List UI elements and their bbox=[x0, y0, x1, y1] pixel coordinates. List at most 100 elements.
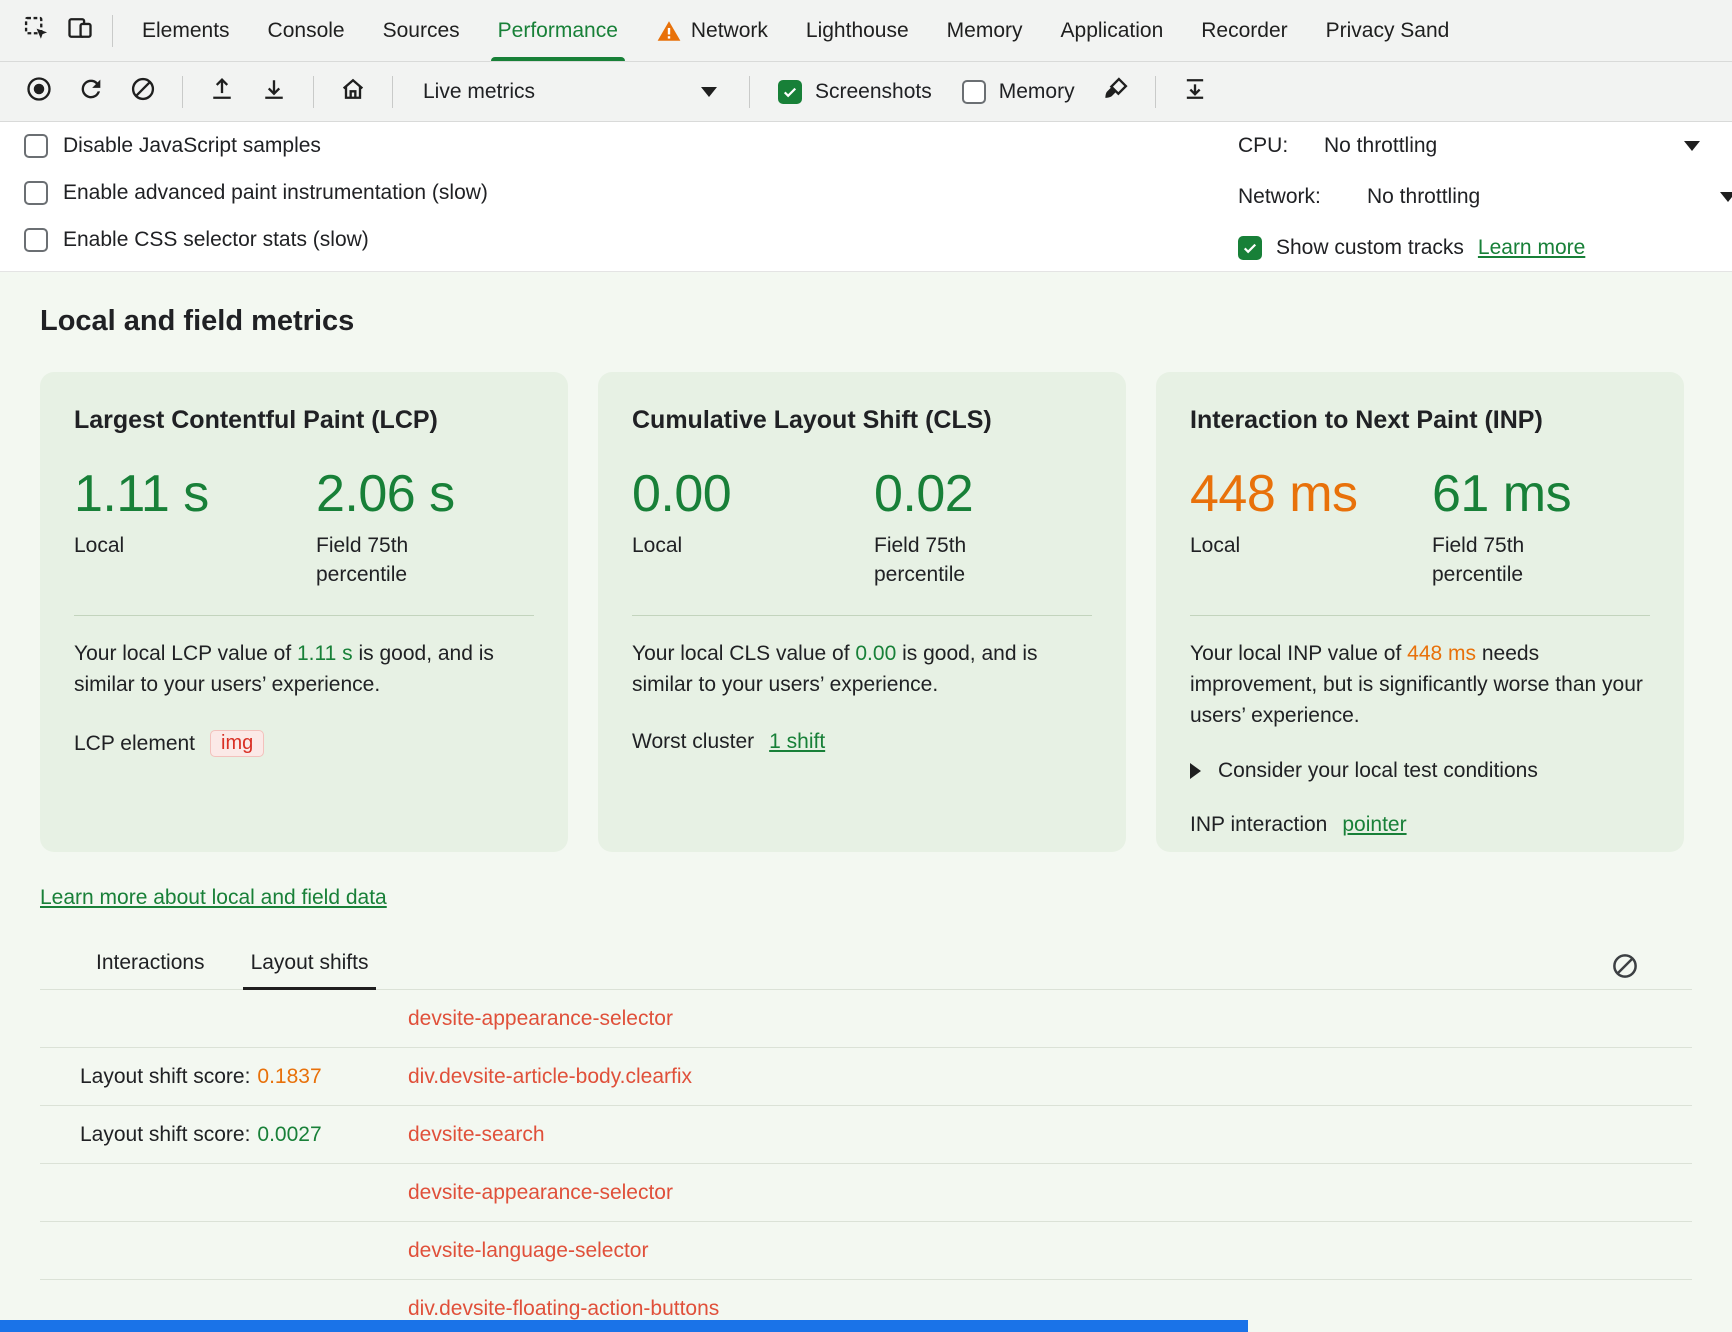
network-label: Network: bbox=[1238, 185, 1367, 209]
layout-shift-row: Layout shift score:0.0027 devsite-search bbox=[40, 1106, 1692, 1164]
lcp-description: Your local LCP value of 1.11 s is good, … bbox=[74, 638, 534, 700]
tab-interactions[interactable]: Interactions bbox=[96, 951, 205, 989]
cpu-throttling-select[interactable]: CPU: No throttling bbox=[1238, 128, 1437, 164]
tab-label: Performance bbox=[498, 19, 618, 43]
memory-checkbox[interactable] bbox=[962, 80, 986, 104]
cls-field-value: 0.02 bbox=[874, 465, 1014, 523]
inspect-cursor-icon bbox=[22, 14, 50, 48]
lcp-card-title: Largest Contentful Paint (LCP) bbox=[74, 406, 534, 435]
cls-card: Cumulative Layout Shift (CLS) 0.00 Local… bbox=[598, 372, 1126, 852]
network-dropdown-caret[interactable] bbox=[1720, 192, 1732, 202]
layout-shift-row: devsite-language-selector bbox=[40, 1222, 1692, 1280]
toolbar-divider bbox=[1155, 76, 1156, 108]
css-selector-stats-checkbox[interactable] bbox=[24, 228, 48, 252]
node-link[interactable]: devsite-language-selector bbox=[408, 1239, 648, 1263]
layout-shift-row: devsite-appearance-selector bbox=[40, 1164, 1692, 1222]
collect-garbage-button[interactable] bbox=[1172, 69, 1218, 115]
save-profile-button[interactable] bbox=[251, 69, 297, 115]
tab-console[interactable]: Console bbox=[249, 0, 364, 61]
expand-triangle-icon bbox=[1190, 763, 1201, 779]
cls-local-value: 0.00 bbox=[632, 465, 874, 523]
disable-js-samples-row[interactable]: Disable JavaScript samples bbox=[0, 122, 1732, 169]
toggle-device-toolbar-button[interactable] bbox=[58, 9, 102, 53]
screenshots-checkbox-row[interactable]: Screenshots bbox=[766, 80, 944, 104]
node-link[interactable]: devsite-appearance-selector bbox=[408, 1007, 673, 1031]
tab-label: Application bbox=[1061, 19, 1164, 43]
devtools-window: { "colors": { "good": "#188038", "warn":… bbox=[0, 0, 1732, 1332]
tab-privacy-sandbox[interactable]: Privacy Sand bbox=[1307, 0, 1469, 61]
tab-application[interactable]: Application bbox=[1042, 0, 1183, 61]
panel-tabs: Elements Console Sources Performance Net… bbox=[123, 0, 1468, 61]
inp-field-value: 61 ms bbox=[1432, 465, 1572, 523]
network-value: No throttling bbox=[1367, 185, 1480, 209]
cpu-dropdown-caret[interactable] bbox=[1684, 141, 1700, 151]
horizontal-scrollbar-thumb[interactable] bbox=[0, 1320, 1248, 1332]
node-link[interactable]: div.devsite-article-body.clearfix bbox=[408, 1065, 692, 1089]
disable-js-samples-checkbox[interactable] bbox=[24, 134, 48, 158]
inp-local-value: 448 ms bbox=[1190, 465, 1432, 523]
record-and-reload-button[interactable] bbox=[68, 69, 114, 115]
capture-settings: Disable JavaScript samples Enable advanc… bbox=[0, 122, 1732, 272]
live-metrics-select[interactable]: Live metrics bbox=[409, 71, 733, 113]
advanced-paint-label: Enable advanced paint instrumentation (s… bbox=[63, 181, 488, 205]
cpu-label: CPU: bbox=[1238, 134, 1324, 158]
cpu-value: No throttling bbox=[1324, 134, 1437, 158]
devtools-main-toolbar: Elements Console Sources Performance Net… bbox=[0, 0, 1732, 62]
node-link[interactable]: devsite-appearance-selector bbox=[408, 1181, 673, 1205]
inp-interaction-pointer-link[interactable]: pointer bbox=[1342, 813, 1406, 837]
tab-lighthouse[interactable]: Lighthouse bbox=[787, 0, 928, 61]
inp-local-label: Local bbox=[1190, 531, 1330, 560]
tab-layout-shifts[interactable]: Layout shifts bbox=[251, 951, 369, 989]
tab-elements[interactable]: Elements bbox=[123, 0, 249, 61]
memory-checkbox-row[interactable]: Memory bbox=[950, 80, 1087, 104]
tab-memory[interactable]: Memory bbox=[928, 0, 1042, 61]
tab-network[interactable]: Network bbox=[637, 0, 787, 61]
show-custom-tracks-checkbox[interactable] bbox=[1238, 236, 1262, 260]
node-link[interactable]: devsite-search bbox=[408, 1123, 545, 1147]
lcp-field-value: 2.06 s bbox=[316, 465, 456, 523]
tab-sources[interactable]: Sources bbox=[364, 0, 479, 61]
clear-button[interactable] bbox=[120, 69, 166, 115]
network-throttling-select[interactable]: Network: No throttling bbox=[1238, 179, 1480, 215]
score-value: 0.1837 bbox=[257, 1065, 321, 1088]
node-link[interactable]: div.devsite-floating-action-buttons bbox=[408, 1297, 719, 1321]
lcp-element-node-chip[interactable]: img bbox=[210, 730, 264, 757]
log-tabs: Interactions Layout shifts bbox=[40, 942, 1692, 990]
card-divider bbox=[74, 615, 534, 616]
tab-label: Elements bbox=[142, 19, 230, 43]
advanced-paint-checkbox[interactable] bbox=[24, 181, 48, 205]
toolbar-divider bbox=[749, 76, 750, 108]
record-button[interactable] bbox=[16, 69, 62, 115]
toolbar-divider bbox=[392, 76, 393, 108]
collect-garbage-icon bbox=[1181, 75, 1209, 109]
lcp-card: Largest Contentful Paint (LCP) 1.11 s Lo… bbox=[40, 372, 568, 852]
lcp-local-label: Local bbox=[74, 531, 214, 560]
cleanup-button[interactable] bbox=[1093, 69, 1139, 115]
card-divider bbox=[632, 615, 1092, 616]
brush-icon bbox=[1102, 75, 1130, 109]
custom-tracks-learn-more-link[interactable]: Learn more bbox=[1478, 236, 1585, 260]
show-custom-tracks-label: Show custom tracks bbox=[1276, 236, 1464, 260]
inp-card: Interaction to Next Paint (INP) 448 ms L… bbox=[1156, 372, 1684, 852]
tab-label: Memory bbox=[947, 19, 1023, 43]
clear-log-button[interactable] bbox=[1610, 951, 1640, 981]
cls-field-label: Field 75th percentile bbox=[874, 531, 1014, 589]
tab-label: Sources bbox=[383, 19, 460, 43]
learn-more-field-data-link[interactable]: Learn more about local and field data bbox=[40, 886, 387, 910]
local-test-conditions-expander[interactable]: Consider your local test conditions bbox=[1190, 759, 1650, 783]
screenshots-checkbox[interactable] bbox=[778, 80, 802, 104]
home-button[interactable] bbox=[330, 69, 376, 115]
tab-label: Lighthouse bbox=[806, 19, 909, 43]
tab-recorder[interactable]: Recorder bbox=[1182, 0, 1306, 61]
inspect-element-button[interactable] bbox=[14, 9, 58, 53]
download-icon bbox=[260, 75, 288, 109]
worst-cluster-shift-link[interactable]: 1 shift bbox=[769, 730, 825, 754]
layout-shift-log: devsite-appearance-selector Layout shift… bbox=[40, 990, 1692, 1332]
performance-toolbar: Live metrics Screenshots Memory bbox=[0, 62, 1732, 122]
load-profile-button[interactable] bbox=[199, 69, 245, 115]
cls-card-title: Cumulative Layout Shift (CLS) bbox=[632, 406, 1092, 435]
show-custom-tracks-row[interactable]: Show custom tracks Learn more bbox=[1238, 230, 1585, 266]
layout-shift-row: devsite-appearance-selector bbox=[40, 990, 1692, 1048]
live-metrics-view: Local and field metrics Largest Contentf… bbox=[0, 272, 1732, 1332]
tab-performance[interactable]: Performance bbox=[479, 0, 637, 61]
